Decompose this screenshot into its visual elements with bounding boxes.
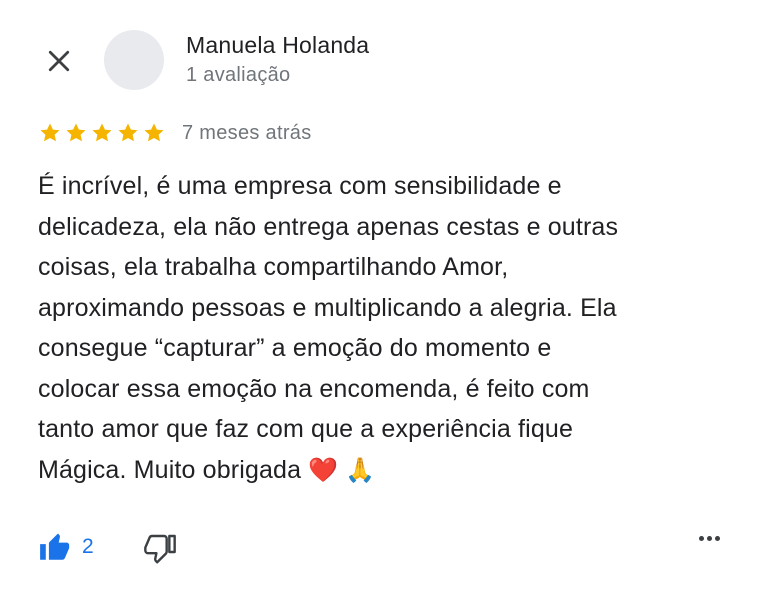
more-horizontal-icon bbox=[699, 536, 720, 541]
review-text: É incrível, é uma empresa com sensibilid… bbox=[38, 166, 738, 491]
like-count: 2 bbox=[82, 535, 94, 558]
review-body: É incrível, é uma empresa com sensibilid… bbox=[38, 172, 619, 484]
thumbs-down-icon bbox=[144, 534, 176, 564]
review-card: Manuela Holanda 1 avaliação 7 meses atrá… bbox=[0, 0, 768, 592]
dislike-button[interactable] bbox=[144, 532, 176, 569]
thumbs-up-icon bbox=[40, 533, 70, 560]
star-rating bbox=[38, 121, 166, 145]
more-options-button[interactable] bbox=[699, 536, 720, 541]
author-review-count: 1 avaliação bbox=[186, 64, 291, 86]
review-actions: 2 bbox=[38, 530, 728, 570]
close-button[interactable] bbox=[40, 42, 78, 80]
close-icon bbox=[48, 50, 70, 72]
star-icon bbox=[118, 123, 138, 142]
star-icon bbox=[40, 123, 60, 142]
star-icon bbox=[92, 123, 112, 142]
star-icon bbox=[144, 123, 164, 142]
avatar[interactable] bbox=[104, 30, 164, 90]
like-button[interactable]: 2 bbox=[38, 530, 94, 564]
author-name[interactable]: Manuela Holanda bbox=[186, 32, 369, 59]
review-emojis: ❤️ 🙏 bbox=[308, 456, 376, 484]
review-time: 7 meses atrás bbox=[182, 122, 312, 144]
star-icon bbox=[66, 123, 86, 142]
